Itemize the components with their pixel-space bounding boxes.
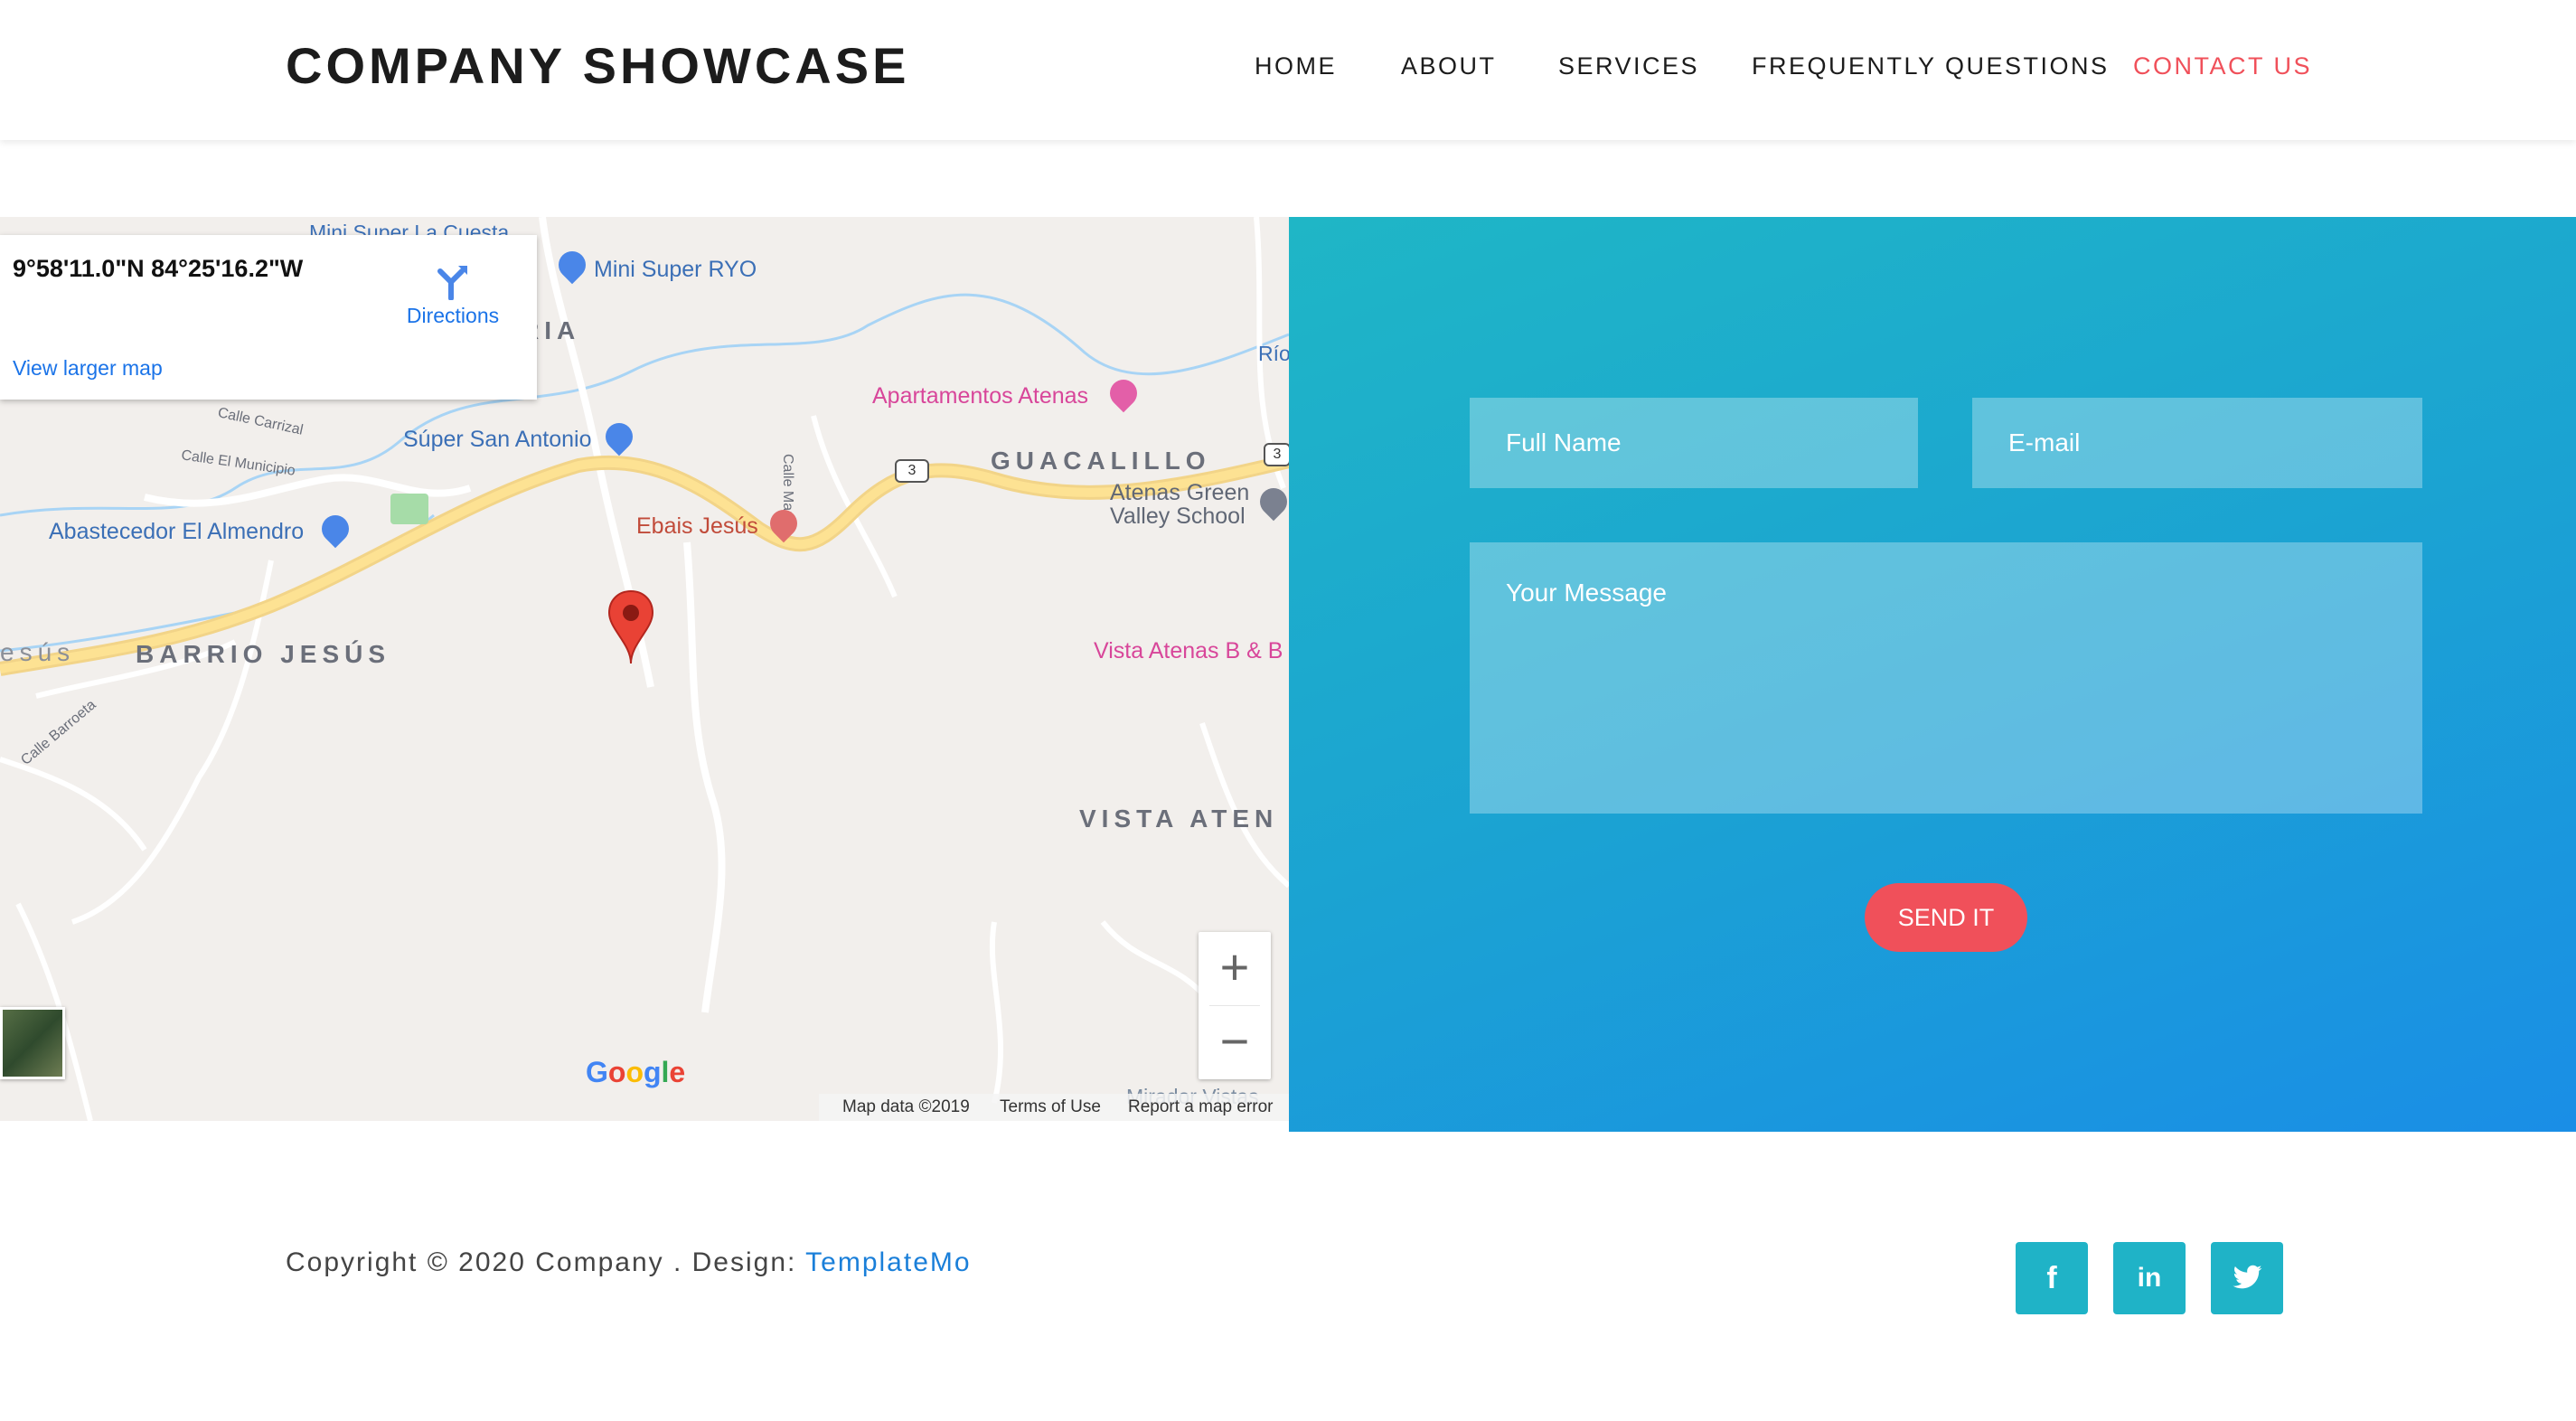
map-label-guacalillo: GUACALILLO	[991, 447, 1211, 475]
copyright-text: Copyright © 2020 Company . Design: Templ…	[286, 1247, 972, 1278]
zoom-control: + −	[1199, 932, 1271, 1079]
map-label-ebais-jesus[interactable]: Ebais Jesús	[636, 513, 758, 540]
site-header: COMPANY SHOWCASE HOME ABOUT SERVICES FRE…	[0, 0, 2576, 140]
templatemo-link[interactable]: TemplateMo	[805, 1247, 971, 1277]
full-name-input[interactable]: Full Name	[1470, 398, 1918, 488]
directions-link[interactable]: Directions	[403, 260, 503, 328]
embedded-map[interactable]: Mini Super La Cuesta Mini Super RYO RIA …	[0, 217, 1289, 1121]
route-3-shield: 3	[1264, 443, 1289, 466]
brand-title[interactable]: COMPANY SHOWCASE	[286, 36, 909, 95]
map-label-apartamentos-atenas[interactable]: Apartamentos Atenas	[872, 383, 1088, 409]
view-larger-map-link[interactable]: View larger map	[13, 356, 163, 381]
zoom-out-button[interactable]: −	[1199, 1006, 1271, 1079]
report-map-error-link[interactable]: Report a map error	[1128, 1097, 1274, 1117]
email-input[interactable]: E-mail	[1972, 398, 2422, 488]
map-attribution-bar: Map data ©2019 Terms of Use Report a map…	[819, 1094, 1289, 1121]
twitter-button[interactable]	[2211, 1242, 2283, 1314]
terms-of-use-link[interactable]: Terms of Use	[1000, 1097, 1101, 1117]
nav-home[interactable]: HOME	[1255, 52, 1337, 80]
google-logo: Google	[586, 1056, 686, 1088]
linkedin-icon: in	[2137, 1263, 2162, 1293]
map-label-jesus-partial: esús	[0, 638, 76, 666]
satellite-toggle[interactable]	[0, 1007, 65, 1079]
zoom-in-button[interactable]: +	[1199, 932, 1271, 1005]
nav-contact-us[interactable]: CONTACT US	[2133, 52, 2312, 80]
twitter-icon	[2211, 1242, 2283, 1318]
map-coordinates: 9°58'11.0"N 84°25'16.2"W	[13, 255, 304, 282]
map-label-rio: Río	[1258, 342, 1289, 365]
contact-form-panel: Full Name E-mail Your Message SEND IT	[1289, 217, 2576, 1132]
facebook-icon: f	[2046, 1261, 2057, 1295]
map-label-mini-super-ryo[interactable]: Mini Super RYO	[594, 257, 757, 283]
route-3-shield: 3	[895, 459, 929, 483]
map-label-super-san-antonio[interactable]: Súper San Antonio	[403, 427, 592, 453]
map-label-abastecedor-el-almendro[interactable]: Abastecedor El Almendro	[49, 519, 304, 545]
map-label-atenas-green-valley-school[interactable]: Atenas Green Valley School	[1110, 481, 1255, 528]
directions-label: Directions	[406, 304, 500, 327]
nav-frequently-questions[interactable]: FREQUENTLY QUESTIONS	[1752, 52, 2110, 80]
map-pin-icon[interactable]	[607, 589, 654, 665]
map-label-vista-atenas-bb[interactable]: Vista Atenas B & B	[1094, 638, 1283, 664]
map-label-vista-atenas-area: VISTA ATEN	[1079, 805, 1279, 833]
map-data-text: Map data ©2019	[842, 1097, 970, 1116]
nav-about[interactable]: ABOUT	[1401, 52, 1497, 80]
copyright-label: Copyright © 2020 Company . Design:	[286, 1247, 806, 1277]
facebook-button[interactable]: f	[2016, 1242, 2088, 1314]
nav-services[interactable]: SERVICES	[1558, 52, 1699, 80]
send-button[interactable]: SEND IT	[1865, 883, 2027, 952]
linkedin-button[interactable]: in	[2113, 1242, 2186, 1314]
directions-icon	[437, 266, 467, 300]
message-textarea[interactable]: Your Message	[1470, 542, 2422, 814]
map-info-card: 9°58'11.0"N 84°25'16.2"W Directions View…	[0, 235, 537, 400]
map-label-barrio-jesus: BARRIO JESÚS	[136, 640, 391, 668]
